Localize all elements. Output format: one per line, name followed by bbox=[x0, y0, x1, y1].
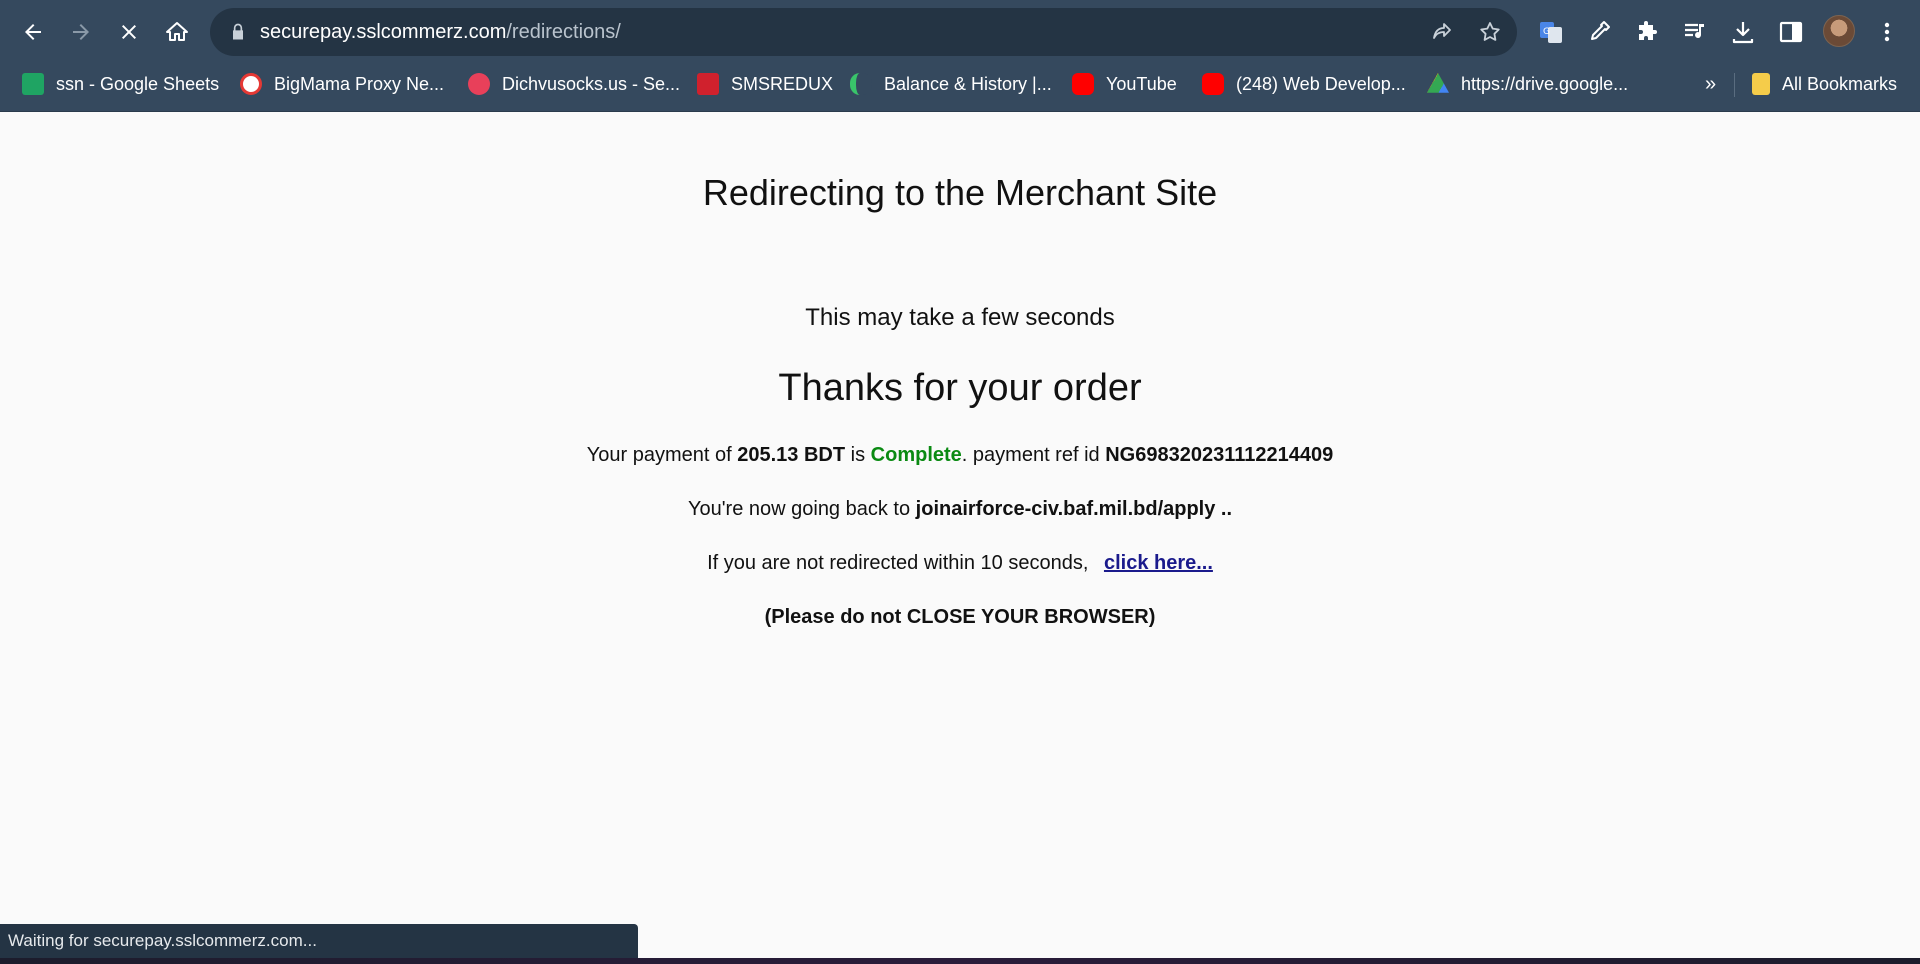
bookmarks-overflow-button[interactable]: » bbox=[1705, 63, 1716, 105]
bookmark-bigmama-proxy[interactable]: BigMama Proxy Ne... bbox=[240, 63, 444, 105]
bookmark-label: Balance & History |... bbox=[884, 73, 1052, 94]
dichvusocks-icon bbox=[468, 73, 490, 95]
side-panel-button[interactable] bbox=[1775, 16, 1807, 48]
bookmark-label: YouTube bbox=[1106, 73, 1177, 94]
bookmark-dichvusocks[interactable]: Dichvusocks.us - Se... bbox=[468, 63, 680, 105]
home-icon bbox=[166, 22, 188, 41]
page-subtitle: This may take a few seconds bbox=[805, 304, 1115, 331]
bookmark-label: BigMama Proxy Ne... bbox=[274, 73, 445, 94]
payment-summary: Your payment of 205.13 BDT is Complete. … bbox=[0, 444, 1920, 467]
arrow-right-icon bbox=[73, 24, 89, 40]
smsredux-icon bbox=[697, 73, 719, 95]
playlist-icon bbox=[1685, 23, 1704, 39]
youtube-icon bbox=[1202, 73, 1224, 95]
redirect-notice: If you are not redirected within 10 seco… bbox=[0, 552, 1920, 575]
translate-icon: G bbox=[1540, 22, 1562, 43]
merchant-target: joinairforce-civ.baf.mil.bd/apply .. bbox=[915, 498, 1233, 520]
home-button[interactable] bbox=[157, 12, 197, 52]
puzzle-icon bbox=[1639, 21, 1657, 40]
menu-button[interactable] bbox=[1871, 16, 1903, 48]
page-content: Redirecting to the Merchant Site This ma… bbox=[0, 112, 1920, 964]
eyedropper-extension[interactable] bbox=[1583, 16, 1615, 48]
stop-loading-button[interactable] bbox=[109, 12, 149, 52]
payment-status: Complete bbox=[870, 444, 962, 466]
is-word: is bbox=[850, 444, 866, 466]
overflow-label: » bbox=[1705, 72, 1717, 95]
payment-ref-id: NG698320231112214409 bbox=[1105, 444, 1334, 466]
bookmark-label: Dichvusocks.us - Se... bbox=[502, 73, 681, 94]
url-text[interactable]: securepay.sslcommerz.com/redirections/ bbox=[260, 8, 621, 56]
folder-icon bbox=[1752, 73, 1770, 95]
forward-button[interactable] bbox=[61, 12, 101, 52]
google-translate-extension[interactable]: G bbox=[1535, 16, 1567, 48]
bigmama-icon bbox=[240, 73, 262, 95]
bookmark-label: (248) Web Develop... bbox=[1236, 73, 1406, 94]
svg-text:G: G bbox=[1543, 27, 1550, 37]
ref-prefix: . payment ref id bbox=[961, 444, 1100, 466]
google-sheets-icon bbox=[22, 73, 44, 95]
all-bookmarks-label: All Bookmarks bbox=[1782, 73, 1898, 94]
url-path: /redirections/ bbox=[506, 21, 621, 43]
address-bar[interactable]: securepay.sslcommerz.com/redirections/ bbox=[210, 8, 1517, 56]
bookmark-smsredux[interactable]: SMSREDUX bbox=[697, 63, 833, 105]
star-icon[interactable] bbox=[1478, 20, 1502, 44]
bookmark-ssn-google-sheets[interactable]: ssn - Google Sheets bbox=[22, 63, 219, 105]
arrow-left-icon bbox=[25, 24, 41, 40]
click-here-link[interactable]: click here... bbox=[1104, 552, 1213, 574]
return-prefix: You're now going back to bbox=[687, 498, 911, 520]
bookmark-label: https://drive.google... bbox=[1461, 73, 1629, 94]
bookmark-web-develop[interactable]: (248) Web Develop... bbox=[1202, 63, 1406, 105]
youtube-icon bbox=[1072, 73, 1094, 95]
extensions-button[interactable] bbox=[1631, 16, 1663, 48]
balance-icon bbox=[850, 73, 872, 95]
bookmark-label: ssn - Google Sheets bbox=[56, 73, 220, 94]
bookmark-youtube[interactable]: YouTube bbox=[1072, 63, 1177, 105]
back-button[interactable] bbox=[13, 12, 53, 52]
loading-status-bubble: Waiting for securepay.sslcommerz.com... bbox=[0, 924, 638, 958]
payment-amount: 205.13 BDT bbox=[737, 444, 846, 466]
bookmark-balance-history[interactable]: Balance & History |... bbox=[850, 63, 1052, 105]
browser-toolbar: securepay.sslcommerz.com/redirections/ G bbox=[0, 0, 1920, 63]
thanks-heading: Thanks for your order bbox=[778, 367, 1142, 409]
page-title: Redirecting to the Merchant Site bbox=[702, 172, 1218, 213]
return-info: You're now going back to joinairforce-ci… bbox=[0, 498, 1920, 521]
all-bookmarks-button[interactable]: All Bookmarks bbox=[1752, 63, 1897, 105]
media-control-button[interactable] bbox=[1679, 16, 1711, 48]
redirect-text: If you are not redirected within 10 seco… bbox=[707, 552, 1089, 574]
bookmark-google-drive[interactable]: https://drive.google... bbox=[1427, 63, 1628, 105]
google-drive-icon bbox=[1427, 73, 1449, 93]
lock-icon[interactable] bbox=[228, 22, 248, 42]
bookmarks-bar: ssn - Google Sheets BigMama Proxy Ne... … bbox=[0, 63, 1920, 112]
side-panel-icon bbox=[1779, 21, 1803, 43]
close-icon bbox=[122, 25, 136, 39]
url-host: securepay.sslcommerz.com bbox=[260, 21, 507, 43]
bookmark-label: SMSREDUX bbox=[731, 73, 834, 94]
share-icon[interactable] bbox=[1430, 20, 1454, 44]
eyedropper-icon bbox=[1591, 21, 1610, 40]
downloads-button[interactable] bbox=[1727, 16, 1759, 48]
profile-avatar[interactable] bbox=[1823, 15, 1855, 47]
download-icon bbox=[1732, 22, 1754, 44]
warning-text: (Please do not CLOSE YOUR BROWSER) bbox=[764, 606, 1156, 628]
taskbar-edge bbox=[0, 958, 1920, 964]
payment-prefix: Your payment of bbox=[586, 444, 732, 466]
kebab-menu-icon bbox=[1884, 22, 1890, 42]
bookmarks-separator bbox=[1734, 73, 1735, 97]
